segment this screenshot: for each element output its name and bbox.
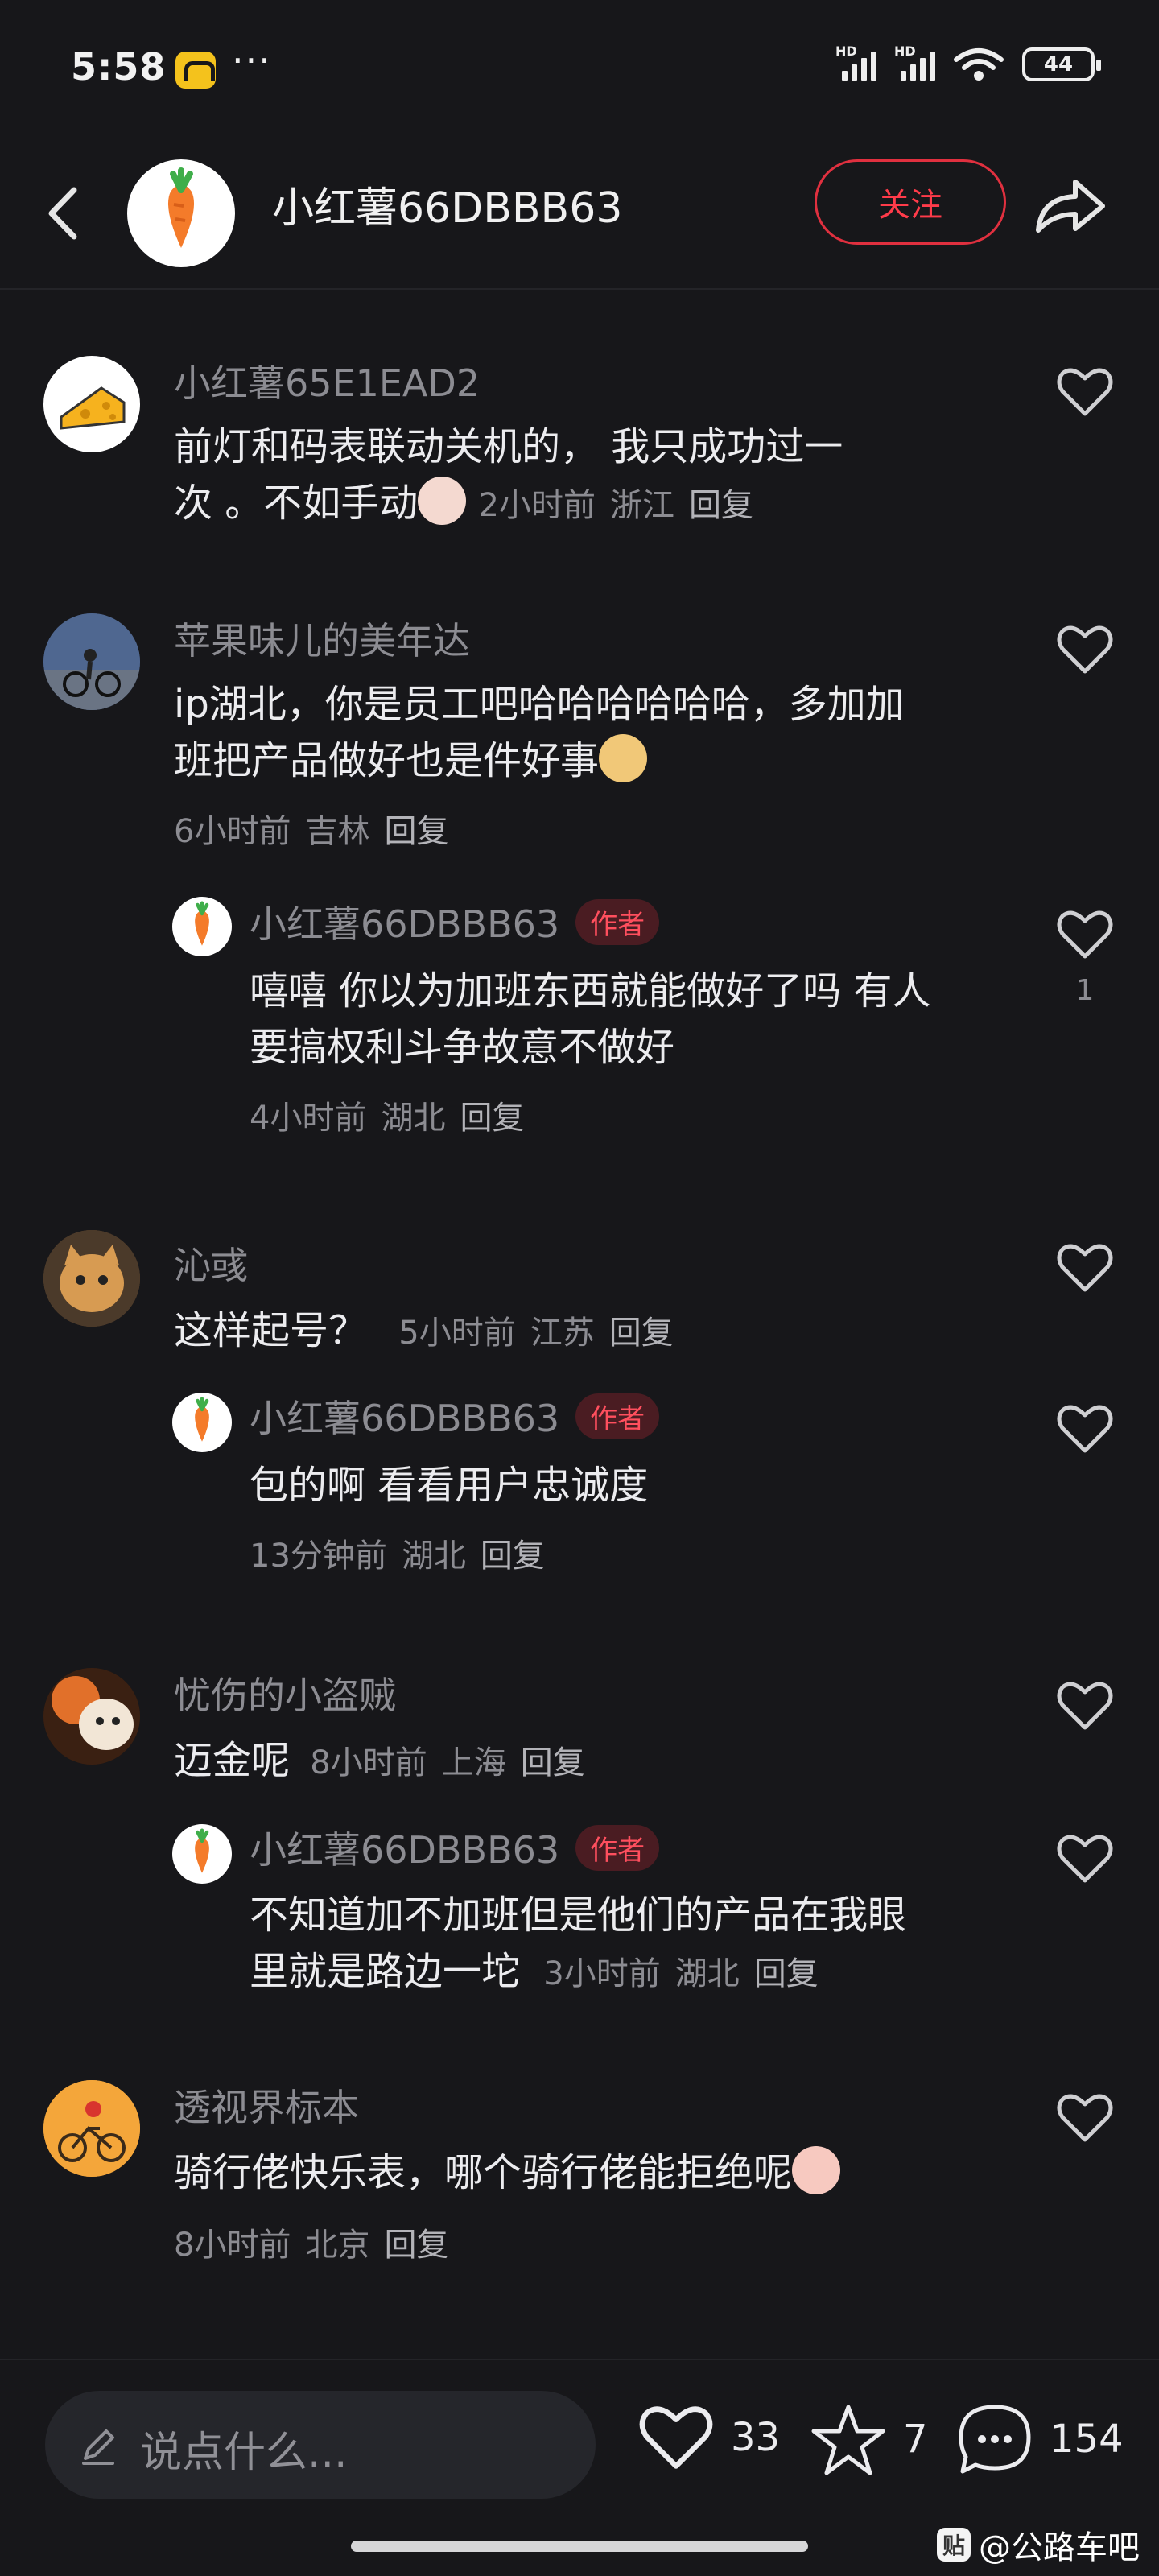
comment-count: 154	[1050, 2417, 1124, 2462]
watermark-text: @公路车吧	[979, 2529, 1140, 2566]
commenter-name[interactable]: 忧伤的小盗贼	[174, 1666, 396, 1719]
battery-level: 44	[1043, 52, 1074, 76]
status-bar: 5:58 ··· HD HD 44	[0, 0, 1159, 137]
reply-link[interactable]: 回复	[460, 1100, 524, 1137]
reply-text: 嘻嘻 你以为加班东西就能做好了吗 有人 要搞权利斗争故意不做好	[250, 968, 931, 1070]
more-notifications-icon: ···	[232, 39, 272, 82]
commenter-name[interactable]: 透视界标本	[174, 2079, 359, 2132]
reply-meta: 3小时前 湖北 回复	[543, 1955, 819, 1992]
comment-meta: 2小时前 浙江 回复	[478, 487, 753, 524]
carrot-avatar	[195, 1397, 209, 1442]
reply-avatar[interactable]	[172, 897, 232, 956]
commenter-avatar[interactable]	[43, 2080, 140, 2177]
comment-input-placeholder: 说点什么...	[140, 2429, 348, 2477]
cyclist-photo	[43, 613, 140, 710]
comment-text: 迈金呢 8小时前 上海 回复	[174, 1738, 585, 1783]
author-badge: 作者	[575, 899, 660, 945]
reply-text: 不知道加不加班但是他们的产品在我眼 里就是路边一坨 3小时前 湖北 回复	[250, 1893, 907, 1994]
favorite-button[interactable]: 7	[808, 2401, 928, 2478]
heart-icon[interactable]	[1054, 1240, 1116, 1296]
comment-text: 前灯和码表联动关机的， 我只成功过一 次 。不如手动 2小时前 浙江 回复	[174, 424, 843, 526]
reply-link[interactable]: 回复	[754, 1955, 819, 1992]
reply-link[interactable]: 回复	[689, 487, 753, 524]
favorite-count: 7	[903, 2417, 928, 2462]
carrot-avatar	[167, 167, 195, 248]
tieba-logo: 贴	[937, 2528, 971, 2562]
follow-button[interactable]: 关注	[815, 159, 1006, 245]
wifi-icon	[954, 48, 1004, 80]
comment-button[interactable]: 154	[955, 2401, 1124, 2478]
watermark: 贴 @公路车吧	[937, 2521, 1140, 2568]
like-count: 33	[731, 2415, 781, 2460]
heart-icon[interactable]	[1054, 1831, 1116, 1887]
reply-link[interactable]: 回复	[481, 1538, 545, 1575]
pen-icon	[82, 2429, 114, 2465]
heart-icon[interactable]	[1054, 906, 1116, 963]
author-badge: 作者	[575, 1393, 660, 1439]
home-indicator[interactable]	[351, 2541, 808, 2552]
comment-text: 骑行佬快乐表，哪个骑行佬能拒绝呢	[174, 2145, 841, 2201]
commenter-name[interactable]: 苹果味儿的美年达	[174, 612, 470, 665]
peach-emoji-icon	[792, 2146, 841, 2194]
reply-link[interactable]: 回复	[384, 2227, 448, 2264]
heart-icon[interactable]	[1054, 1678, 1116, 1734]
comment-meta: 8小时前 上海 回复	[310, 1744, 585, 1781]
like-button[interactable]: 33	[636, 2401, 780, 2475]
bottom-action-bar: 说点什么... 33 7 154 贴 @公路车吧	[0, 2359, 1159, 2576]
reply-username[interactable]: 小红薯66DBBB63	[250, 1828, 559, 1872]
carrot-avatar	[195, 901, 209, 946]
reply-username[interactable]: 小红薯66DBBB63	[250, 902, 559, 946]
app-notification-icon	[175, 52, 216, 89]
reply-username[interactable]: 小红薯66DBBB63	[250, 1397, 559, 1440]
comment-meta: 8小时前 北京 回复	[174, 2227, 449, 2264]
author-badge: 作者	[575, 1825, 660, 1871]
smug-emoji-icon	[599, 734, 648, 782]
reply-link[interactable]: 回复	[521, 1744, 585, 1781]
cat-photo	[43, 1230, 140, 1327]
reply-meta: 4小时前 湖北 回复	[250, 1100, 525, 1137]
cyclist-cartoon	[43, 2080, 140, 2177]
heart-icon[interactable]	[1054, 1401, 1116, 1457]
battery-icon: 44	[1022, 47, 1101, 81]
commenter-name[interactable]: 小红薯65E1EAD2	[174, 354, 480, 407]
signal-icon: HD	[835, 43, 876, 80]
comment-meta: 5小时前 江苏 回复	[398, 1315, 674, 1352]
heart-icon[interactable]	[1054, 621, 1116, 678]
heart-icon	[639, 2406, 713, 2469]
commenter-name[interactable]: 沁彧	[174, 1236, 248, 1290]
crying-emoji-icon	[418, 477, 467, 525]
reply-meta: 13分钟前 湖北 回复	[250, 1538, 545, 1575]
share-icon[interactable]	[1030, 169, 1111, 242]
commenter-avatar[interactable]	[43, 1230, 140, 1327]
reply-link[interactable]: 回复	[609, 1315, 674, 1352]
comment-text: 这样起号？ 5小时前 江苏 回复	[174, 1308, 674, 1353]
comment-icon	[959, 2405, 1031, 2474]
comment-text: ip湖北，你是员工吧哈哈哈哈哈哈，多加加 班把产品做好也是件好事	[174, 682, 905, 783]
author-avatar[interactable]	[127, 159, 235, 267]
heart-icon[interactable]	[1054, 364, 1116, 420]
reply-link[interactable]: 回复	[384, 813, 448, 850]
comment-input[interactable]: 说点什么...	[45, 2391, 596, 2499]
reply-name: 小红薯66DBBB63 作者	[250, 895, 660, 950]
carrot-avatar	[195, 1828, 209, 1873]
commenter-avatar[interactable]	[43, 1668, 140, 1765]
cheese-icon	[60, 386, 126, 430]
signal-icon-2: HD	[894, 43, 935, 80]
comment-meta: 6小时前 吉林 回复	[174, 813, 449, 850]
reply-avatar[interactable]	[172, 1393, 232, 1452]
reply-avatar[interactable]	[172, 1824, 232, 1884]
heart-icon[interactable]	[1054, 2090, 1116, 2146]
author-name[interactable]: 小红薯66DBBB63	[272, 174, 622, 234]
reply-name: 小红薯66DBBB63 作者	[250, 1389, 660, 1444]
back-arrow-icon[interactable]	[39, 177, 87, 250]
post-header: 小红薯66DBBB63 关注	[0, 137, 1159, 290]
cartoon-avatar	[43, 1668, 140, 1765]
reply-name: 小红薯66DBBB63 作者	[250, 1821, 660, 1876]
reply-text: 包的啊 看看用户忠诚度	[250, 1463, 649, 1508]
commenter-avatar[interactable]	[43, 613, 140, 710]
status-time: 5:58	[71, 45, 167, 89]
star-icon	[811, 2405, 885, 2475]
commenter-avatar[interactable]	[43, 356, 140, 452]
like-count: 1	[1075, 974, 1095, 1007]
